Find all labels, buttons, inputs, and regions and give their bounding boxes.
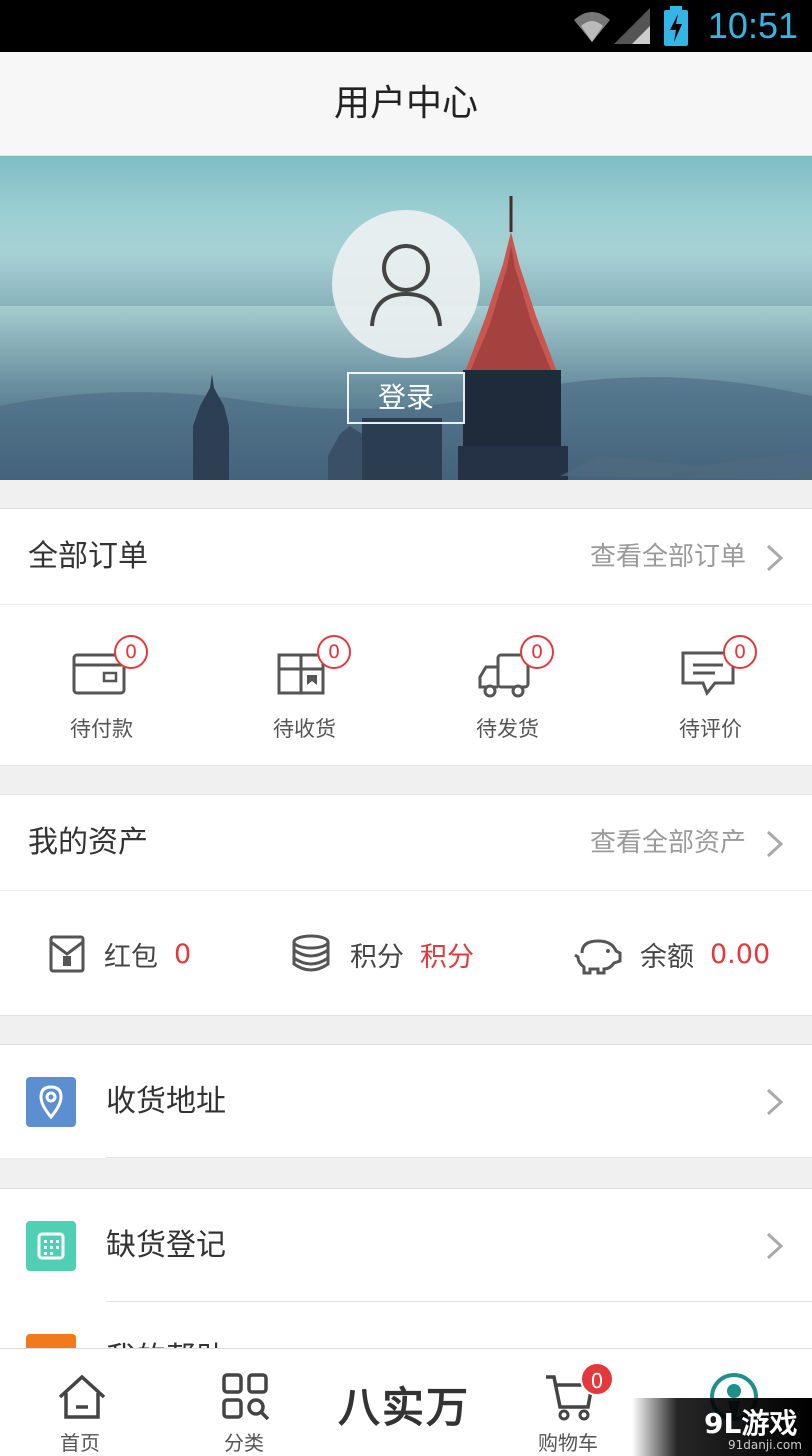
watermark: 9L游戏 91danji.com [632,1398,812,1456]
avatar[interactable] [332,210,480,358]
category-icon [222,1373,270,1421]
order-label: 待发货 [476,717,539,741]
order-pending-payment[interactable]: 0 待付款 [0,605,203,763]
signal-icon [614,8,650,44]
brand-logo[interactable]: 八实万 [338,1374,470,1435]
piggy-bank-icon [574,939,622,975]
menu-item-help[interactable]: 我的帮助 [0,1302,812,1348]
menu-item-label: 缺货登记 [106,1228,226,1263]
menu-item-label: 收货地址 [106,1084,226,1119]
order-count-badge: 0 [114,635,148,669]
user-icon [370,244,442,327]
asset-red-envelope[interactable]: 红包 0 [48,891,191,1017]
order-label: 待付款 [70,717,133,741]
cart-count-badge: 0 [580,1362,614,1396]
page-title: 用户中心 [333,83,478,124]
battery-icon [664,6,688,46]
home-icon [58,1374,106,1419]
order-pending-receipt[interactable]: 0 待收货 [203,605,406,763]
order-count-badge: 0 [520,635,554,669]
assets-header[interactable]: 我的资产 查看全部资产 [0,795,812,891]
asset-label: 红包 [104,941,158,973]
calendar-icon [26,1221,76,1271]
help-icon [26,1334,76,1348]
watermark-text: 9L游戏 [704,1407,798,1440]
coins-icon [292,934,330,972]
asset-value: 0 [174,938,192,970]
asset-label: 余额 [640,941,694,973]
status-time: 10:51 [707,5,798,46]
assets-row: 红包 0 积分 积分 余额 0.00 [0,891,812,1017]
chevron-right-icon [766,1088,784,1116]
red-envelope-icon [49,935,85,973]
order-pending-review[interactable]: 0 待评价 [609,605,812,763]
wifi-icon [574,12,610,42]
status-bar: 10:51 [0,0,812,52]
divider [106,1157,812,1158]
menu-item-out-of-stock[interactable]: 缺货登记 [0,1188,812,1302]
order-count-badge: 0 [317,635,351,669]
view-all-assets-link[interactable]: 查看全部资产 [590,795,746,891]
tab-label: 分类 [224,1431,264,1455]
chevron-right-icon [766,1232,784,1260]
asset-points[interactable]: 积分 积分 [290,891,474,1017]
asset-value: 0.00 [710,938,771,970]
orders-header[interactable]: 全部订单 查看全部订单 [0,509,812,605]
assets-title: 我的资产 [28,825,148,860]
asset-value: 积分 [420,941,474,973]
assets-section: 我的资产 查看全部资产 红包 0 积分 积分 余额 0.00 [0,794,812,1016]
title-bar: 用户中心 [0,52,812,156]
tab-home[interactable]: 首页 [20,1349,140,1456]
tab-cart[interactable]: 购物车 [508,1349,628,1456]
tab-label: 首页 [60,1431,100,1455]
profile-banner: 登录 [0,156,812,480]
order-label: 待评价 [679,717,742,741]
tab-label: 购物车 [538,1431,598,1455]
location-icon [26,1077,76,1127]
order-pending-shipment[interactable]: 0 待发货 [406,605,609,763]
order-label: 待收货 [273,717,336,741]
watermark-url: 91danji.com [728,1438,802,1452]
order-count-badge: 0 [723,635,757,669]
menu-item-address[interactable]: 收货地址 [0,1044,812,1158]
chevron-right-icon [766,544,784,572]
tab-category[interactable]: 分类 [184,1349,304,1456]
menu-item-label: 我的帮助 [106,1302,226,1348]
chevron-right-icon [766,830,784,858]
orders-title: 全部订单 [28,539,148,574]
asset-label: 积分 [350,941,404,973]
orders-section: 全部订单 查看全部订单 0 待付款 0 待收货 0 待发货 0 待评价 [0,508,812,766]
view-all-orders-link[interactable]: 查看全部订单 [590,509,746,605]
login-button[interactable]: 登录 [347,372,465,424]
asset-balance[interactable]: 余额 0.00 [574,891,770,1017]
